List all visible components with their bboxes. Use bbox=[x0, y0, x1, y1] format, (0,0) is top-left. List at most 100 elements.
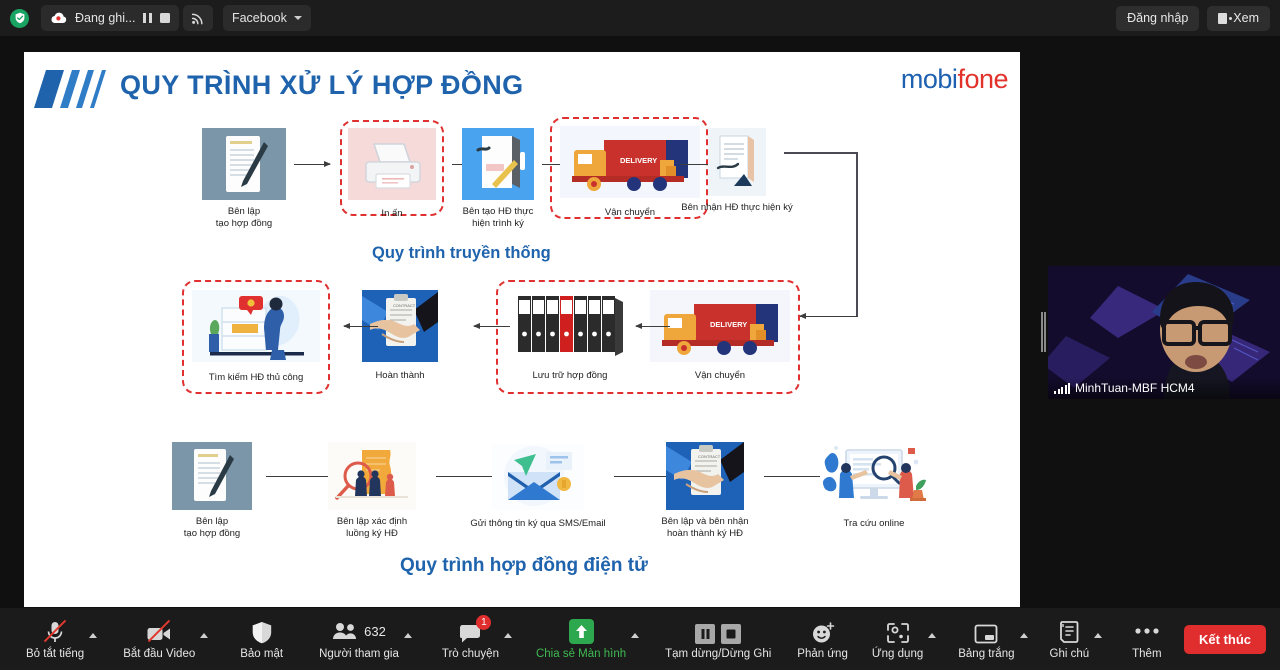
security-shield-badge[interactable] bbox=[10, 8, 29, 28]
chat-options-chevron-up-icon[interactable] bbox=[503, 633, 512, 638]
slide-header: QUY TRÌNH XỬ LÝ HỢP ĐỒNG mobifone bbox=[24, 52, 1020, 120]
toolbar-group-whiteboard: Bảng trắng bbox=[958, 608, 1028, 670]
node-caption: Hoàn thành bbox=[375, 370, 425, 381]
node-caption: Bên lập xác định luồng ký HĐ bbox=[336, 516, 408, 539]
toolbar-group-participants: 632 Người tham gia bbox=[319, 608, 412, 670]
chat-label: Trò chuyện bbox=[441, 648, 499, 660]
shield-icon bbox=[251, 618, 273, 644]
node-caption: Lưu trữ hợp đồng bbox=[532, 370, 608, 381]
apps-options-chevron-up-icon[interactable] bbox=[928, 633, 937, 638]
participants-button[interactable]: 632 Người tham gia bbox=[319, 608, 399, 670]
participants-options-chevron-up-icon[interactable] bbox=[403, 633, 412, 638]
signal-bars-icon bbox=[1054, 382, 1070, 394]
broadcast-icon[interactable] bbox=[182, 5, 213, 31]
node-caption: Bên lập tạo hợp đồng bbox=[183, 516, 241, 539]
sign-document-icon bbox=[462, 128, 534, 200]
whiteboard-options-chevron-up-icon[interactable] bbox=[1019, 633, 1028, 638]
page-title: QUY TRÌNH XỬ LÝ HỢP ĐỒNG bbox=[120, 70, 524, 100]
stop-icon[interactable] bbox=[159, 13, 170, 23]
view-button[interactable]: Xem bbox=[1207, 5, 1270, 31]
top-bar-actions: Đăng nhập Xem bbox=[1116, 5, 1270, 31]
streaming-service-label: Facebook bbox=[231, 11, 287, 25]
toolbar-group-mute: Bỏ tắt tiếng bbox=[26, 608, 98, 670]
participant-name: MinhTuan-MBF HCM4 bbox=[1075, 381, 1195, 395]
node-caption: Gửi thông tin ký qua SMS/Email bbox=[470, 518, 606, 529]
node-r1-submit-sign: Bên tạo HĐ thực hiện trình ký bbox=[462, 128, 534, 229]
whiteboard-button[interactable]: Bảng trắng bbox=[958, 608, 1015, 670]
notes-icon bbox=[1058, 618, 1080, 644]
mute-button[interactable]: Bỏ tắt tiếng bbox=[26, 608, 84, 670]
arrow-r1-1 bbox=[294, 160, 331, 167]
reactions-label: Phản ứng bbox=[797, 648, 848, 660]
brand-part-2: fone bbox=[957, 64, 1008, 94]
video-options-chevron-up-icon[interactable] bbox=[200, 633, 209, 638]
panel-resize-handle[interactable] bbox=[1041, 312, 1046, 352]
section-title-traditional: Quy trình truyền thống bbox=[372, 244, 551, 262]
share-options-chevron-up-icon[interactable] bbox=[631, 633, 640, 638]
section-title-electronic: Quy trình hợp đồng điện tử bbox=[400, 555, 648, 576]
connector-v-right bbox=[856, 152, 858, 317]
node-caption: Vận chuyển bbox=[694, 370, 746, 381]
apps-button[interactable]: Ứng dụng bbox=[872, 608, 923, 670]
search-workflow-icon bbox=[328, 442, 416, 510]
view-label: Xem bbox=[1233, 11, 1259, 25]
node-r2-transport: DELIVERY Vận chuyển bbox=[650, 290, 790, 381]
node-r3-both-sign: CONTRACT Bên lập và bên nhận hoàn thành k… bbox=[661, 442, 749, 539]
svg-text:CONTRACT: CONTRACT bbox=[393, 303, 416, 308]
share-screen-button[interactable]: Chia sẻ Màn hình bbox=[536, 608, 626, 670]
node-r2-manual-search: Tìm kiếm HĐ thủ công bbox=[192, 290, 320, 383]
node-r1-create-contract: Bên lập tạo hợp đồng bbox=[202, 128, 286, 229]
reactions-button[interactable]: Phản ứng bbox=[797, 608, 848, 670]
node-caption: Bên tạo HĐ thực hiện trình ký bbox=[462, 206, 534, 229]
recording-status-pill: Đang ghi... bbox=[41, 5, 179, 31]
printer-icon bbox=[348, 128, 436, 200]
security-label: Bảo mật bbox=[240, 648, 284, 660]
end-meeting-button[interactable]: Kết thúc bbox=[1184, 624, 1266, 654]
delivery-truck-icon: DELIVERY bbox=[650, 290, 790, 362]
login-label: Đăng nhập bbox=[1127, 11, 1189, 25]
mobifone-wordmark: mobifone bbox=[900, 64, 1009, 95]
notes-options-chevron-up-icon[interactable] bbox=[1094, 633, 1103, 638]
security-button[interactable]: Bảo mật bbox=[240, 608, 283, 670]
mute-label: Bỏ tắt tiếng bbox=[26, 648, 85, 660]
toolbar-group-video: Bắt đầu Video bbox=[123, 608, 209, 670]
pause-stop-recording-button[interactable]: Tạm dừng/Dừng Ghi bbox=[665, 608, 771, 670]
node-r3-define-flow: Bên lập xác định luồng ký HĐ bbox=[328, 442, 416, 539]
node-caption: Tra cứu online bbox=[843, 518, 905, 529]
brand-part-1: mobi bbox=[900, 64, 958, 94]
share-screen-up-arrow-icon bbox=[568, 618, 594, 644]
pause-stop-recording-icon bbox=[695, 618, 742, 644]
apps-icon bbox=[886, 618, 910, 644]
svg-text:DELIVERY: DELIVERY bbox=[710, 320, 747, 329]
participant-video-tile[interactable]: MinhTuan-MBF HCM4 bbox=[1048, 266, 1280, 399]
binders-archive-icon bbox=[510, 290, 630, 360]
toolbar-group-chat: 1 Trò chuyện bbox=[442, 608, 512, 670]
participants-count: 632 bbox=[364, 623, 386, 639]
more-button[interactable]: Thêm bbox=[1132, 608, 1162, 670]
arrow-r2-3 bbox=[343, 322, 378, 329]
start-video-button[interactable]: Bắt đầu Video bbox=[123, 608, 195, 670]
node-r3-create-contract: Bên lập tạo hợp đồng bbox=[172, 442, 252, 539]
reactions-smiley-icon bbox=[811, 618, 835, 644]
notes-button[interactable]: Ghi chú bbox=[1049, 608, 1090, 670]
node-r1-receiver-sign: Bên nhận HĐ thực hiện ký bbox=[681, 128, 793, 213]
chevron-down-icon bbox=[293, 16, 302, 20]
shield-check-icon bbox=[10, 8, 29, 28]
arrow-r3-1 bbox=[266, 472, 337, 479]
login-button[interactable]: Đăng nhập bbox=[1116, 5, 1200, 31]
arrow-r2-1 bbox=[635, 322, 670, 329]
online-lookup-icon bbox=[820, 438, 928, 510]
toolbar-group-apps: Ứng dụng bbox=[872, 608, 937, 670]
notes-label: Ghi chú bbox=[1049, 648, 1090, 660]
mute-options-chevron-up-icon[interactable] bbox=[89, 633, 98, 638]
node-r3-send-info: Gửi thông tin ký qua SMS/Email bbox=[470, 444, 606, 529]
participants-icon bbox=[333, 623, 357, 639]
delivery-truck-icon: DELIVERY bbox=[560, 126, 700, 198]
apps-label: Ứng dụng bbox=[871, 648, 924, 660]
pause-icon[interactable] bbox=[143, 13, 152, 23]
streaming-service-dropdown[interactable]: Facebook bbox=[222, 5, 311, 31]
chat-button[interactable]: 1 Trò chuyện bbox=[442, 608, 499, 670]
connector-h-top bbox=[784, 152, 858, 154]
shared-screen-slide: QUY TRÌNH XỬ LÝ HỢP ĐỒNG mobifone Bên lậ… bbox=[24, 52, 1020, 607]
node-caption: Vận chuyển bbox=[604, 207, 656, 218]
